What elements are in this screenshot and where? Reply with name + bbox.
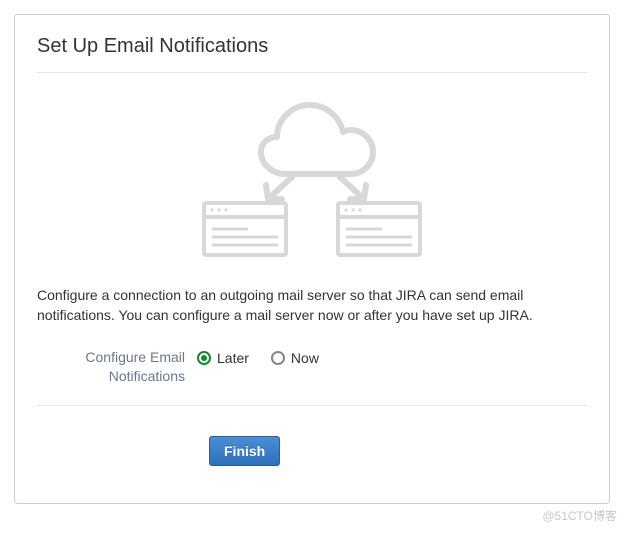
finish-button[interactable]: Finish bbox=[209, 436, 280, 466]
configure-email-radio-group: Later Now bbox=[197, 348, 319, 366]
title-divider bbox=[37, 72, 587, 73]
form-divider bbox=[37, 405, 587, 406]
radio-label-now: Now bbox=[291, 350, 319, 366]
cloud-distribution-illustration bbox=[37, 87, 587, 257]
configure-email-row: Configure Email Notifications Later Now bbox=[37, 348, 587, 387]
cloud-to-windows-icon bbox=[172, 87, 452, 257]
configure-email-label: Configure Email Notifications bbox=[37, 348, 197, 387]
watermark-text: @51CTO博客 bbox=[542, 507, 617, 524]
radio-icon bbox=[197, 351, 211, 365]
page-title: Set Up Email Notifications bbox=[37, 35, 587, 58]
setup-panel: Set Up Email Notifications bbox=[14, 14, 610, 504]
button-row: Finish bbox=[209, 436, 587, 466]
radio-icon bbox=[271, 351, 285, 365]
radio-label-later: Later bbox=[217, 350, 249, 366]
radio-option-later[interactable]: Later bbox=[197, 350, 249, 366]
description-text: Configure a connection to an outgoing ma… bbox=[37, 285, 587, 326]
radio-option-now[interactable]: Now bbox=[271, 350, 319, 366]
